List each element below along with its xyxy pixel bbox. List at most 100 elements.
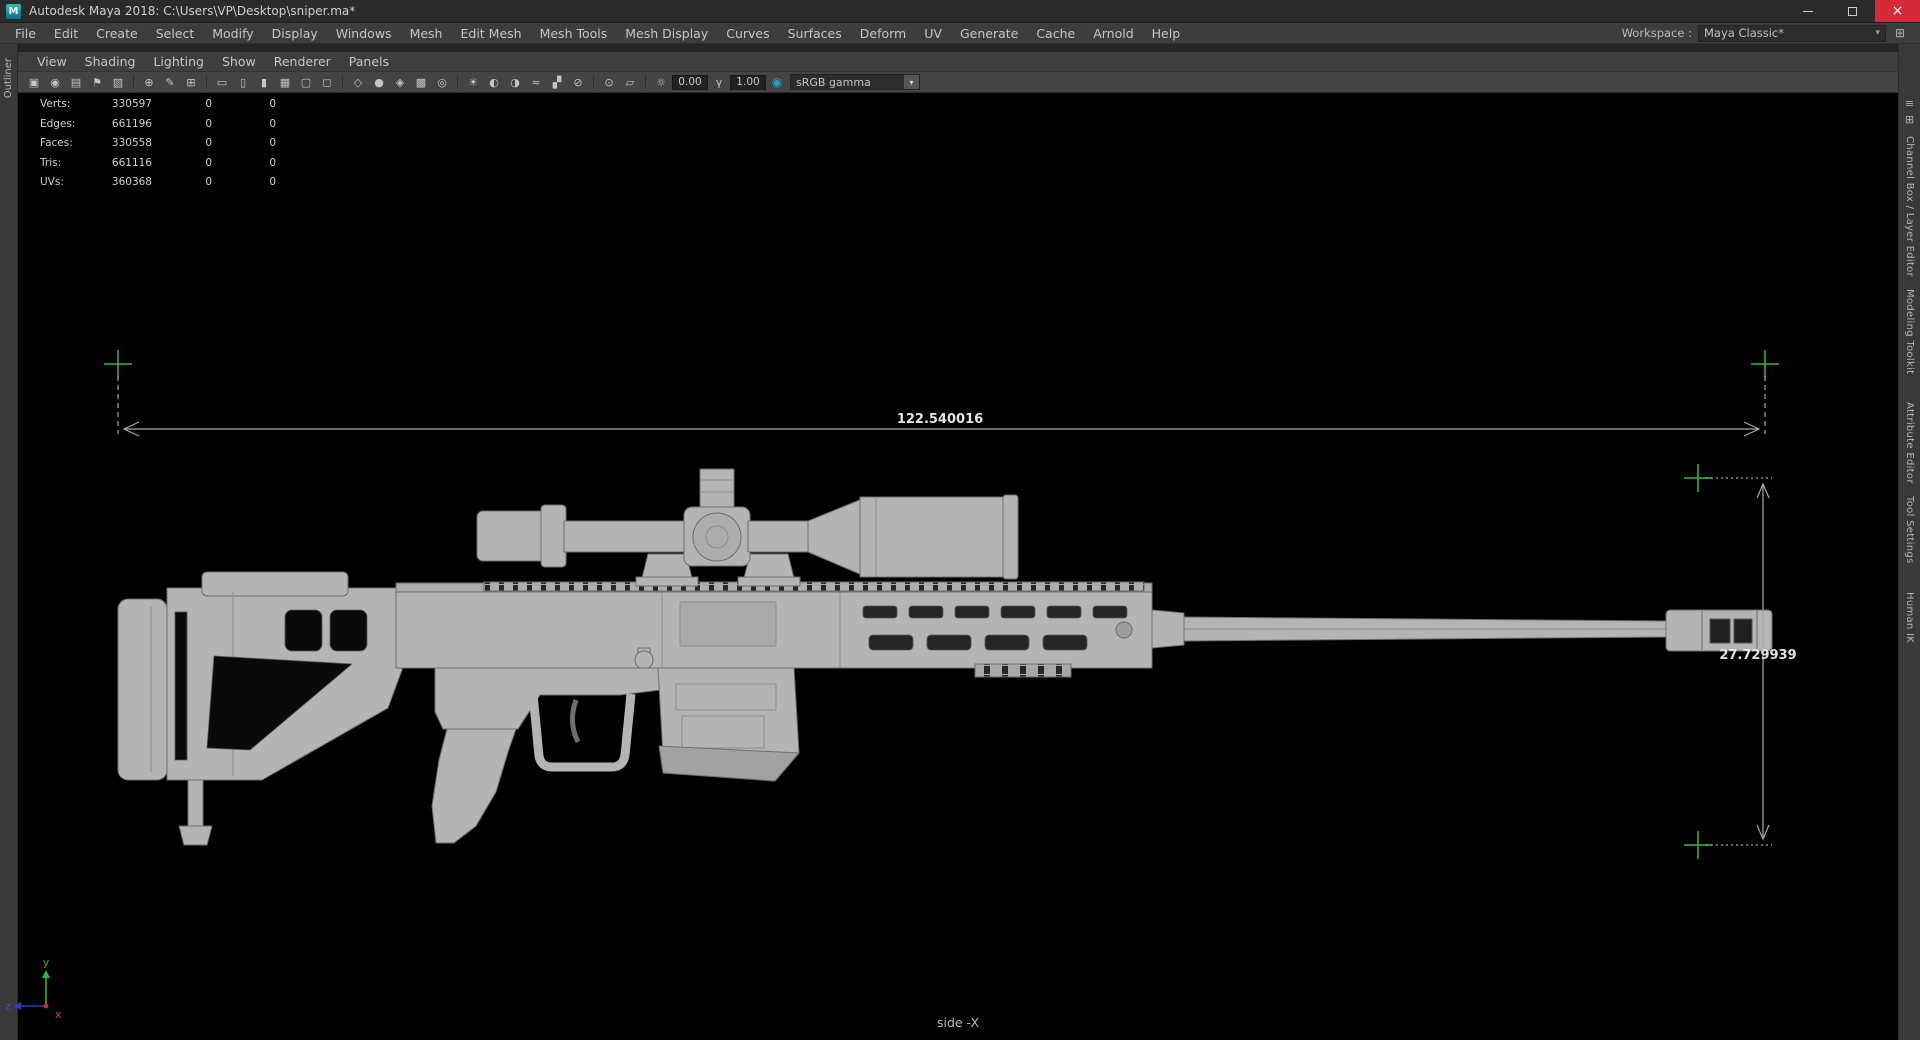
use-default-material-icon[interactable]: ◎ <box>432 74 452 91</box>
pmenu-view[interactable]: View <box>28 54 76 69</box>
grease-pencil-icon[interactable]: ✎ <box>160 74 180 91</box>
menu-edit-mesh[interactable]: Edit Mesh <box>451 23 530 44</box>
image-plane-icon[interactable]: ▧ <box>108 74 128 91</box>
menu-surfaces[interactable]: Surfaces <box>779 23 851 44</box>
pmenu-show[interactable]: Show <box>213 54 265 69</box>
hud-total: 661196 <box>111 117 152 130</box>
tab-outliner[interactable]: Outliner <box>3 58 14 98</box>
viewport-panel: View Shading Lighting Show Renderer Pane… <box>18 44 1898 1040</box>
menu-mesh-display[interactable]: Mesh Display <box>616 23 717 44</box>
isolate-select-icon[interactable]: ⊙ <box>599 74 619 91</box>
maya-app-icon: M <box>6 3 21 19</box>
chevron-down-icon: ▾ <box>904 75 919 89</box>
hud-row-edges: Edges: 661196 0 0 <box>40 115 276 135</box>
2d-pan-zoom-icon[interactable]: ⊕ <box>139 74 159 91</box>
tab-attribute-editor[interactable]: Attribute Editor <box>1904 402 1915 484</box>
pmenu-shading[interactable]: Shading <box>76 54 145 69</box>
workspace-settings-icon[interactable]: ⊞ <box>1890 26 1910 40</box>
hud-row-uvs: UVs: 360368 0 0 <box>40 173 276 193</box>
menu-mesh-tools[interactable]: Mesh Tools <box>531 23 617 44</box>
maya-window: M Autodesk Maya 2018: C:\Users\VP\Deskto… <box>0 0 1920 1040</box>
menu-curves[interactable]: Curves <box>717 23 778 44</box>
menu-windows[interactable]: Windows <box>327 23 401 44</box>
shadows-icon[interactable]: ◐ <box>484 74 504 91</box>
pmenu-renderer[interactable]: Renderer <box>265 54 340 69</box>
wireframe-on-shaded-icon[interactable]: ◈ <box>390 74 410 91</box>
minimize-button[interactable] <box>1785 0 1830 22</box>
lock-camera-icon[interactable]: ◉ <box>45 74 65 91</box>
grid-icon[interactable]: ⊞ <box>181 74 201 91</box>
tab-tool-settings[interactable]: Tool Settings <box>1904 496 1915 564</box>
menu-create[interactable]: Create <box>87 23 147 44</box>
wireframe-icon[interactable]: ◇ <box>348 74 368 91</box>
hud-sel: 0 <box>205 98 212 110</box>
hud-row-faces: Faces: 330558 0 0 <box>40 134 276 154</box>
smooth-shade-icon[interactable]: ● <box>369 74 389 91</box>
tab-channel-box-layer-editor[interactable]: Channel Box / Layer Editor <box>1904 136 1915 277</box>
menu-uv[interactable]: UV <box>915 23 951 44</box>
hud-row-verts: Verts: 330597 0 0 <box>40 95 276 115</box>
menu-cache[interactable]: Cache <box>1027 23 1084 44</box>
exposure-toggle-icon[interactable]: ☼ <box>651 74 671 91</box>
hud-other: 0 <box>269 137 276 150</box>
titlebar: M Autodesk Maya 2018: C:\Users\VP\Deskto… <box>0 0 1920 23</box>
select-camera-icon[interactable]: ▣ <box>24 74 44 91</box>
pmenu-lighting[interactable]: Lighting <box>144 54 213 69</box>
hud-label: Faces: <box>40 137 73 150</box>
hud-total: 330597 <box>111 98 152 110</box>
exposure-field[interactable]: 0.00 <box>672 74 708 90</box>
hud-total: 330558 <box>111 137 152 150</box>
menu-select[interactable]: Select <box>147 23 204 44</box>
motion-blur-icon[interactable]: ≈ <box>526 74 546 91</box>
hud-other: 0 <box>269 117 276 130</box>
hud-label: Verts: <box>40 98 71 110</box>
color-management-icon[interactable]: ◉ <box>767 74 787 91</box>
minimize-icon <box>1802 10 1813 12</box>
pmenu-panels[interactable]: Panels <box>340 54 398 69</box>
menu-arnold[interactable]: Arnold <box>1084 23 1142 44</box>
close-button[interactable]: × <box>1875 0 1920 22</box>
hud-label: Tris: <box>40 156 62 169</box>
hud-sel: 0 <box>205 117 212 130</box>
tab-human-ik[interactable]: Human IK <box>1904 592 1915 643</box>
toolbar-separator <box>206 75 207 89</box>
tab-modeling-toolkit[interactable]: Modeling Toolkit <box>1904 289 1915 374</box>
bookmarks-icon[interactable]: ⚑ <box>87 74 107 91</box>
xray-icon[interactable]: ▱ <box>620 74 640 91</box>
all-lights-icon[interactable]: ☀ <box>463 74 483 91</box>
film-gate-icon[interactable]: ▭ <box>212 74 232 91</box>
gate-mask-icon[interactable]: ▮ <box>254 74 274 91</box>
menu-modify[interactable]: Modify <box>203 23 262 44</box>
toolbar-separator <box>645 75 646 89</box>
field-chart-icon[interactable]: ▦ <box>275 74 295 91</box>
gamma-icon[interactable]: γ <box>709 74 729 91</box>
menu-help[interactable]: Help <box>1143 23 1190 44</box>
hud-sel: 0 <box>205 156 212 169</box>
screen-space-ao-icon[interactable]: ◑ <box>505 74 525 91</box>
hud-label: Edges: <box>40 117 76 130</box>
workspace-dropdown[interactable]: Maya Classic* ▾ <box>1698 24 1886 42</box>
menu-generate[interactable]: Generate <box>951 23 1027 44</box>
menu-file[interactable]: File <box>6 23 45 44</box>
toolbar-separator <box>133 75 134 89</box>
menu-display[interactable]: Display <box>263 23 327 44</box>
camera-attributes-icon[interactable]: ▤ <box>66 74 86 91</box>
multisample-icon[interactable]: ▞ <box>547 74 567 91</box>
textured-icon[interactable]: ▩ <box>411 74 431 91</box>
main-menubar: File Edit Create Select Modify Display W… <box>0 23 1920 44</box>
menu-edit[interactable]: Edit <box>45 23 87 44</box>
safe-title-icon[interactable]: ◻ <box>317 74 337 91</box>
depth-of-field-icon[interactable]: ⊘ <box>568 74 588 91</box>
sidebar-layout-icon[interactable]: ⊞ <box>1905 112 1914 128</box>
menu-deform[interactable]: Deform <box>851 23 915 44</box>
restore-button[interactable] <box>1830 0 1875 22</box>
hud-total: 661116 <box>111 156 152 169</box>
gamma-field[interactable]: 1.00 <box>730 74 766 90</box>
window-controls: × <box>1785 0 1920 22</box>
safe-action-icon[interactable]: ▢ <box>296 74 316 91</box>
view-transform-dropdown[interactable]: sRGB gamma ▾ <box>790 74 920 90</box>
sidebar-list-icon[interactable]: ≡ <box>1905 96 1914 112</box>
3d-viewport[interactable]: Verts: 330597 0 0 Edges: 661196 0 0 Face… <box>18 93 1898 1040</box>
resolution-gate-icon[interactable]: ▯ <box>233 74 253 91</box>
menu-mesh[interactable]: Mesh <box>401 23 452 44</box>
